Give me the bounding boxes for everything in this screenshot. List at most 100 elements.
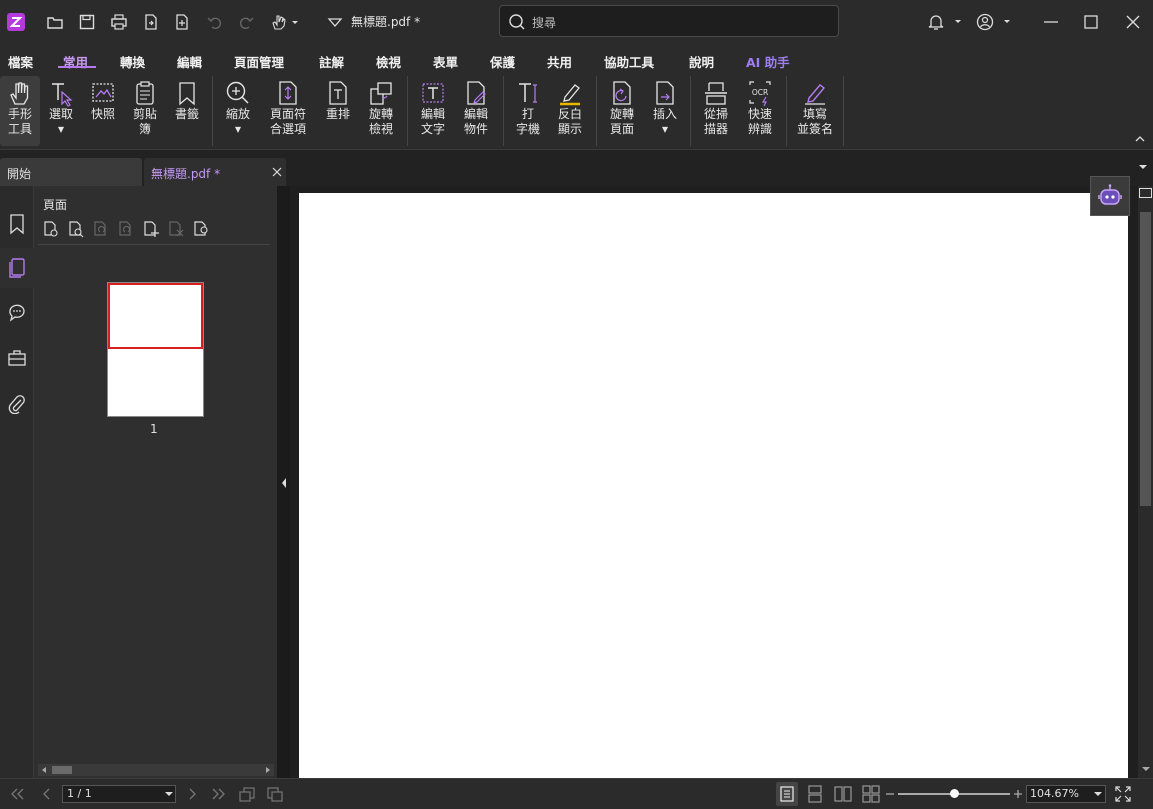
menu-home[interactable]: 常用 [63, 52, 88, 71]
single-page-view-button[interactable] [776, 782, 798, 806]
fit-page-button[interactable]: 頁面符 合選項 [262, 76, 314, 146]
rail-comments[interactable] [0, 292, 34, 332]
thumbnail-viewport-indicator[interactable] [108, 283, 203, 349]
rail-attachments[interactable] [0, 384, 34, 424]
menu-ai-assistant[interactable]: AI 助手 [746, 52, 790, 71]
next-view-icon[interactable] [266, 785, 284, 803]
edit-object-button[interactable]: 編輯 物件 [456, 76, 496, 146]
close-window-button[interactable] [1121, 10, 1145, 34]
menu-protect[interactable]: 保護 [490, 52, 515, 71]
maximize-button[interactable] [1079, 10, 1103, 34]
scrollbar-thumb[interactable] [52, 766, 72, 774]
snapshot-icon [92, 83, 114, 102]
clipboard-button[interactable]: 剪貼 簿 [126, 76, 164, 146]
rotate-view-button[interactable]: 旋轉 檢視 [360, 76, 402, 146]
account-dropdown[interactable] [975, 10, 1015, 34]
print-icon[interactable] [107, 10, 131, 34]
page-zoom-icon[interactable] [67, 220, 85, 238]
fullscreen-icon[interactable] [1114, 785, 1132, 803]
save-icon[interactable] [75, 10, 99, 34]
clipboard-icon [136, 81, 154, 105]
rotate-page-button[interactable]: 旋轉 頁面 [602, 76, 642, 146]
previous-view-icon[interactable] [238, 785, 256, 803]
rail-toolbox[interactable] [0, 338, 34, 378]
page-thumbnail[interactable] [107, 282, 204, 417]
menu-accessibility[interactable]: 協助工具 [604, 52, 654, 71]
menu-view[interactable]: 檢視 [376, 52, 401, 71]
pdf-page[interactable] [299, 193, 1128, 793]
menu-convert[interactable]: 轉換 [120, 52, 145, 71]
page-extract-icon[interactable] [42, 220, 60, 238]
collapse-ribbon-icon[interactable] [1134, 134, 1146, 144]
snapshot-button[interactable]: 快照 [84, 76, 122, 146]
select-button[interactable]: 選取 ▾ [42, 76, 80, 146]
menu-edit[interactable]: 編輯 [177, 52, 202, 71]
hand-tool-dropdown[interactable] [268, 10, 302, 34]
previous-page-icon[interactable] [38, 785, 56, 803]
zoom-level-field[interactable]: 104.67% [1026, 785, 1106, 803]
rail-pages[interactable] [0, 248, 34, 288]
scan-button[interactable]: 從掃 描器 [696, 76, 736, 146]
menu-form[interactable]: 表單 [433, 52, 458, 71]
minimize-button[interactable] [1039, 10, 1063, 34]
hand-icon [10, 82, 29, 105]
tab-start-label: 開始 [7, 167, 32, 181]
collapse-panel-icon[interactable] [280, 477, 288, 489]
menu-help[interactable]: 說明 [689, 52, 714, 71]
menu-comment[interactable]: 註解 [319, 52, 344, 71]
insert-button[interactable]: 插入 ▾ [646, 76, 684, 146]
undo-icon[interactable] [203, 10, 227, 34]
page-number-value: 1 / 1 [67, 787, 92, 800]
ribbon-separator [407, 76, 408, 146]
ai-assistant-button[interactable] [1090, 176, 1130, 216]
zoom-button[interactable]: 縮放 ▾ [218, 76, 258, 146]
scrollbar-thumb[interactable] [1140, 212, 1151, 506]
continuous-view-icon[interactable] [806, 785, 824, 803]
rotate-page-label-2: 頁面 [609, 122, 634, 136]
panel-splitter[interactable] [277, 186, 290, 778]
close-tab-icon[interactable] [272, 167, 282, 177]
continuous-facing-view-icon[interactable] [862, 785, 880, 803]
document-title: 無標題.pdf * [351, 15, 421, 29]
split-view-handle[interactable] [1139, 188, 1152, 198]
search-input[interactable]: 搜尋 [499, 5, 839, 37]
quick-access-dropdown-icon[interactable] [323, 10, 347, 34]
new-document-icon[interactable] [170, 10, 194, 34]
last-page-icon[interactable] [210, 785, 228, 803]
ocr-button[interactable]: OCR 快速 辨識 [740, 76, 780, 146]
highlight-button[interactable]: 反白 顯示 [550, 76, 590, 146]
document-vertical-scrollbar[interactable] [1138, 186, 1153, 778]
panel-horizontal-scrollbar[interactable] [38, 764, 274, 776]
page-insert-icon[interactable] [142, 220, 160, 238]
scroll-down-icon[interactable] [1141, 765, 1151, 773]
menu-share[interactable]: 共用 [547, 52, 572, 71]
reflow-button[interactable]: 重排 [320, 76, 356, 146]
page-number-field[interactable]: 1 / 1 [62, 785, 176, 803]
scroll-left-icon[interactable] [40, 766, 48, 774]
scroll-right-icon[interactable] [264, 766, 272, 774]
facing-view-icon[interactable] [834, 785, 852, 803]
open-icon[interactable] [43, 10, 67, 34]
hand-tool-button[interactable]: 手形 工具 [0, 76, 40, 146]
tab-list-dropdown-icon[interactable] [1137, 162, 1149, 172]
rail-bookmarks[interactable] [0, 204, 34, 244]
zoom-slider-knob[interactable] [950, 789, 959, 798]
edit-text-button[interactable]: 編輯 文字 [413, 76, 453, 146]
first-page-icon[interactable] [8, 785, 26, 803]
menu-page-management[interactable]: 頁面管理 [234, 52, 284, 71]
tab-start[interactable]: 開始 [0, 158, 142, 186]
edit-object-label-1: 編輯 [463, 107, 488, 121]
document-viewport[interactable] [290, 176, 1153, 793]
bookmark-button[interactable]: 書籤 [168, 76, 206, 146]
notification-dropdown[interactable] [926, 10, 966, 34]
zoom-dropdown-icon[interactable] [1093, 790, 1103, 798]
menu-file[interactable]: 檔案 [8, 52, 33, 71]
next-page-icon[interactable] [183, 785, 201, 803]
redo-icon[interactable] [234, 10, 258, 34]
tab-document[interactable]: 無標題.pdf * [144, 158, 286, 186]
page-dropdown-icon[interactable] [164, 790, 174, 798]
export-icon[interactable] [139, 10, 163, 34]
typewriter-button[interactable]: 打 字機 [509, 76, 547, 146]
fill-sign-button[interactable]: 填寫 並簽名 [792, 76, 838, 146]
page-properties-icon[interactable] [192, 220, 210, 238]
